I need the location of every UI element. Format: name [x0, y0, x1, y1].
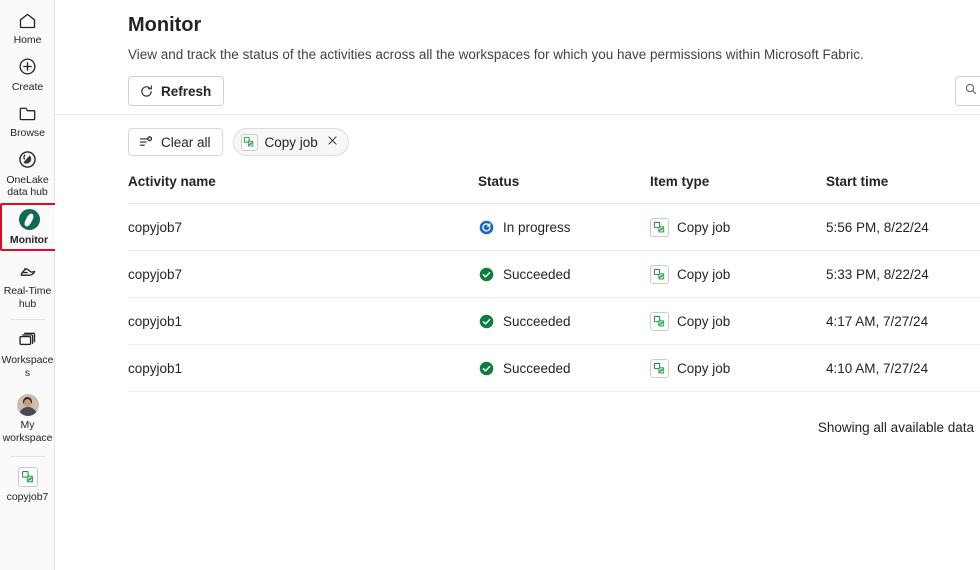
- sidebar-item-label: OneLake data hub: [6, 173, 49, 199]
- avatar-icon: [16, 394, 39, 416]
- copy-job-icon: [240, 133, 258, 151]
- sidebar-divider: [10, 319, 45, 320]
- table-row[interactable]: copyjob7 In progress Copy job 5:56 PM, 8…: [128, 204, 980, 251]
- sidebar-item-label: copyjob7: [6, 491, 49, 503]
- sidebar-item-copyjob7[interactable]: copyjob7: [0, 461, 55, 508]
- table-row[interactable]: copyjob1 Succeeded: [128, 345, 980, 392]
- cell-item-type: Copy job: [650, 264, 826, 284]
- cell-start-time: 5:56 PM, 8/22/24: [826, 219, 929, 235]
- column-header-start-time: Start time: [826, 174, 889, 189]
- sidebar-item-workspaces[interactable]: Workspaces: [0, 324, 55, 383]
- workspaces-icon: [17, 329, 39, 351]
- folder-icon: [17, 102, 39, 124]
- cell-item-type: Copy job: [650, 358, 826, 378]
- copy-job-icon: [650, 264, 669, 284]
- left-navigation-sidebar: Home Create Browse OneLake data hub Moni…: [0, 0, 55, 570]
- clear-filter-icon: [138, 135, 154, 150]
- cell-status: Succeeded: [478, 313, 650, 330]
- sidebar-item-label: Home: [13, 34, 42, 46]
- sidebar-item-create[interactable]: Create: [0, 51, 55, 98]
- cell-activity-name: copyjob7: [128, 219, 183, 235]
- cell-status: Succeeded: [478, 266, 650, 283]
- sidebar-item-label: Browse: [10, 127, 45, 139]
- cell-activity-name: copyjob1: [128, 360, 183, 376]
- in-progress-icon: [478, 219, 495, 236]
- plus-circle-icon: [17, 56, 39, 78]
- sidebar-item-monitor[interactable]: Monitor: [0, 202, 55, 251]
- sidebar-item-real-time-hub[interactable]: Real-Time hub: [0, 255, 55, 314]
- table-row[interactable]: copyjob7 Succeeded Copy job 5:33 PM, 8/2…: [128, 251, 980, 298]
- sidebar-item-my-workspace[interactable]: My workspace: [0, 389, 55, 448]
- cell-start-time: 4:10 AM, 7/27/24: [826, 360, 929, 376]
- status-label: In progress: [503, 219, 571, 235]
- toolbar-divider: [55, 114, 980, 115]
- monitor-icon: [18, 209, 40, 231]
- cell-start-time: 5:33 PM, 8/22/24: [826, 266, 929, 282]
- refresh-label: Refresh: [161, 83, 212, 99]
- copy-job-icon: [650, 358, 669, 378]
- realtime-hub-icon: [17, 260, 39, 282]
- table-row[interactable]: copyjob1 Succeeded: [128, 298, 980, 345]
- sidebar-item-label: Real-Time hub: [3, 285, 52, 310]
- close-icon[interactable]: [326, 134, 339, 150]
- sidebar-item-label: Workspaces: [1, 354, 54, 379]
- main-content: Monitor View and track the status of the…: [55, 0, 980, 570]
- sidebar-item-label: Monitor: [9, 233, 49, 246]
- activities-table: Activity name Status Item type Start tim…: [128, 174, 980, 435]
- avatar: [16, 394, 39, 416]
- status-label: Succeeded: [503, 266, 571, 282]
- cell-status: Succeeded: [478, 360, 650, 377]
- clear-all-label: Clear all: [161, 134, 211, 150]
- clear-all-button[interactable]: Clear all: [128, 128, 223, 156]
- status-label: Succeeded: [503, 313, 571, 329]
- copy-job-icon: [650, 217, 669, 237]
- status-label: Succeeded: [503, 360, 571, 376]
- column-header-activity-name: Activity name: [128, 174, 216, 189]
- cell-item-type: Copy job: [650, 311, 826, 331]
- cell-start-time: 4:17 AM, 7/27/24: [826, 313, 929, 329]
- item-type-label: Copy job: [677, 266, 731, 282]
- onelake-icon: [17, 149, 39, 171]
- copy-job-icon: [17, 466, 39, 488]
- refresh-button[interactable]: Refresh: [128, 76, 225, 106]
- sidebar-item-browse[interactable]: Browse: [0, 97, 55, 144]
- column-header-status: Status: [478, 174, 520, 189]
- cell-status: In progress: [478, 219, 650, 236]
- filter-chip-label: Copy job: [264, 134, 318, 150]
- showing-data-note: Showing all available data: [817, 420, 974, 435]
- page-title: Monitor: [128, 14, 202, 36]
- search-input[interactable]: [955, 76, 980, 106]
- refresh-icon: [139, 84, 154, 99]
- copy-job-icon: [650, 311, 669, 331]
- sidebar-item-label: Create: [11, 80, 44, 93]
- app-root: Home Create Browse OneLake data hub Moni…: [0, 0, 980, 570]
- sidebar-divider: [10, 456, 45, 457]
- sidebar-item-onelake-data-hub[interactable]: OneLake data hub: [0, 144, 55, 203]
- succeeded-icon: [478, 266, 495, 283]
- page-subtitle: View and track the status of the activit…: [128, 47, 864, 62]
- cell-activity-name: copyjob1: [128, 313, 183, 329]
- search-icon: [964, 82, 978, 101]
- sidebar-item-home[interactable]: Home: [0, 4, 55, 51]
- item-type-label: Copy job: [677, 360, 731, 376]
- cell-activity-name: copyjob7: [128, 266, 183, 282]
- succeeded-icon: [478, 313, 495, 330]
- column-header-item-type: Item type: [650, 174, 710, 189]
- sidebar-item-label: My workspace: [2, 419, 53, 444]
- home-icon: [17, 9, 39, 31]
- cell-item-type: Copy job: [650, 217, 826, 237]
- table-header-row: Activity name Status Item type Start tim…: [128, 174, 980, 204]
- filter-chip-copy-job[interactable]: Copy job: [232, 128, 349, 156]
- item-type-label: Copy job: [677, 313, 731, 329]
- succeeded-icon: [478, 360, 495, 377]
- toolbar: Refresh: [55, 76, 980, 116]
- item-type-label: Copy job: [677, 219, 731, 235]
- filter-bar: Clear all Copy job: [128, 128, 980, 156]
